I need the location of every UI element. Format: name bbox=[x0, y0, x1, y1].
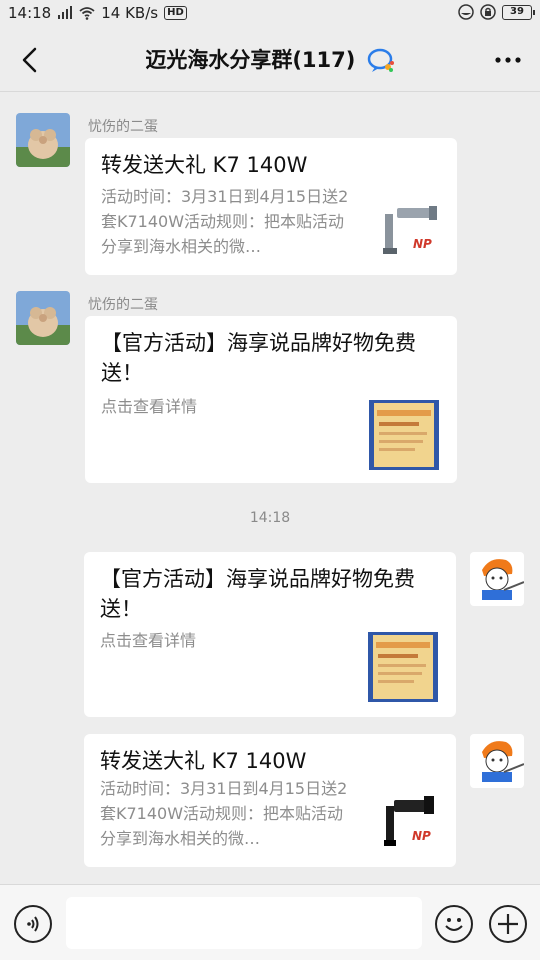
do-not-disturb-icon bbox=[458, 4, 474, 20]
signal-icon bbox=[58, 6, 73, 19]
card-description: 活动时间：3月31日到4月15日送2套K7140W活动规则：把本贴活动分享到海水… bbox=[100, 779, 348, 848]
card-description: 活动时间：3月31日到4月15日送2套K7140W活动规则：把本贴活动分享到海水… bbox=[101, 187, 349, 256]
sender-name: 忧伤的二蛋 bbox=[88, 119, 158, 135]
lock-rotation-icon bbox=[480, 4, 496, 20]
poster-icon bbox=[368, 632, 438, 702]
battery-indicator: 39 bbox=[502, 4, 535, 20]
card-title: 转发送大礼 K7 140W bbox=[100, 749, 307, 773]
card-thumbnail bbox=[369, 400, 439, 470]
link-card[interactable]: 【官方活动】海享说品牌好物免费送！ 点击查看详情 bbox=[85, 316, 457, 483]
enterprise-group-icon bbox=[367, 48, 394, 72]
card-thumbnail bbox=[368, 632, 438, 702]
hd-badge: HD bbox=[164, 6, 187, 20]
card-title: 【官方活动】海享说品牌好物免费送！ bbox=[100, 567, 415, 621]
sender-avatar[interactable] bbox=[16, 291, 70, 345]
light-fixture-icon: NP bbox=[377, 196, 447, 266]
voice-icon bbox=[27, 916, 39, 932]
my-avatar[interactable] bbox=[470, 552, 524, 606]
emoji-button[interactable] bbox=[435, 905, 473, 943]
card-description: 点击查看详情 bbox=[100, 631, 197, 650]
card-thumbnail: NP bbox=[377, 196, 447, 266]
my-avatar[interactable] bbox=[470, 734, 524, 788]
plus-icon bbox=[498, 914, 518, 934]
status-bar: 14:18 14 KB/s HD 39 bbox=[0, 0, 540, 28]
light-fixture-icon: NP bbox=[376, 788, 446, 858]
chat-timestamp: 14:18 bbox=[249, 510, 291, 526]
link-card[interactable]: 【官方活动】海享说品牌好物免费送！ 点击查看详情 bbox=[84, 552, 456, 717]
sender-name: 忧伤的二蛋 bbox=[88, 297, 158, 313]
more-dots-icon bbox=[495, 57, 521, 63]
more-actions-button[interactable] bbox=[489, 905, 527, 943]
link-card[interactable]: 转发送大礼 K7 140W 活动时间：3月31日到4月15日送2套K7140W活… bbox=[85, 138, 457, 275]
chat-title: 迈光海水分享群(117) bbox=[145, 48, 356, 72]
svg-text:NP: NP bbox=[413, 237, 432, 251]
chat-header: 迈光海水分享群(117) bbox=[0, 28, 540, 92]
network-speed: 14 KB/s bbox=[101, 4, 159, 22]
card-title: 【官方活动】海享说品牌好物免费送！ bbox=[101, 331, 416, 385]
poster-icon bbox=[369, 400, 439, 470]
clock: 14:18 bbox=[8, 4, 52, 22]
more-options-button[interactable] bbox=[488, 42, 528, 78]
card-title: 转发送大礼 K7 140W bbox=[101, 153, 308, 177]
message-text-input[interactable] bbox=[66, 897, 422, 949]
card-thumbnail: NP bbox=[376, 788, 446, 858]
link-card[interactable]: 转发送大礼 K7 140W 活动时间：3月31日到4月15日送2套K7140W活… bbox=[84, 734, 456, 867]
chat-title-wrapper: 迈光海水分享群(117) bbox=[0, 44, 540, 74]
voice-input-button[interactable] bbox=[14, 905, 52, 943]
card-description: 点击查看详情 bbox=[101, 397, 198, 416]
svg-text:NP: NP bbox=[412, 829, 431, 843]
message-input-bar bbox=[0, 884, 540, 960]
wifi-icon bbox=[79, 7, 95, 20]
smiley-icon bbox=[445, 918, 463, 931]
sender-avatar[interactable] bbox=[16, 113, 70, 167]
